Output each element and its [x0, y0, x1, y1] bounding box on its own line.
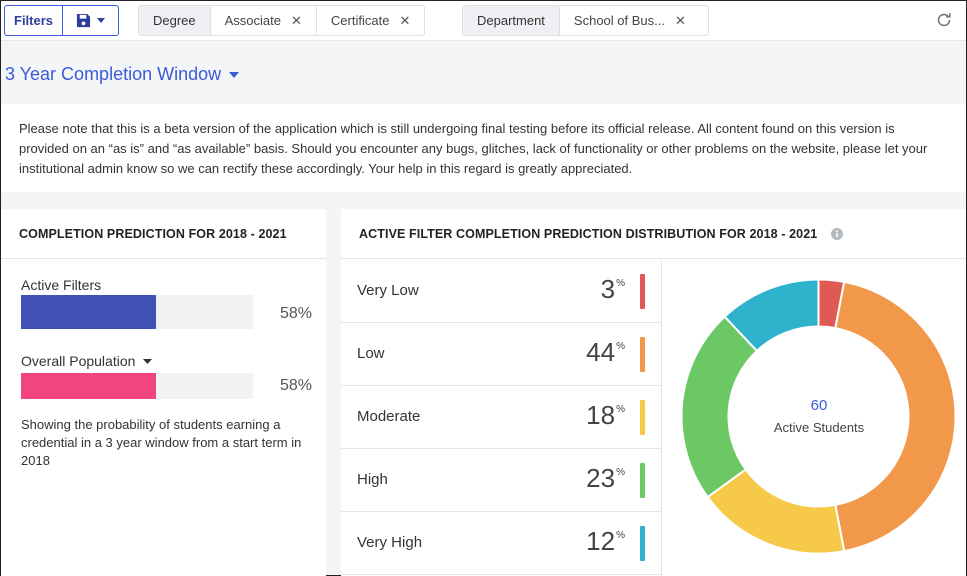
distribution-category-label: Very High	[357, 534, 423, 551]
department-filter-key[interactable]: Department	[463, 6, 559, 35]
distribution-row: High 23%	[341, 449, 661, 512]
distribution-color-marker	[640, 526, 645, 561]
panel-title-row: ACTIVE FILTER COMPLETION PREDICTION DIST…	[341, 209, 966, 259]
distribution-panel: ACTIVE FILTER COMPLETION PREDICTION DIST…	[341, 209, 966, 576]
close-icon[interactable]: ✕	[399, 13, 410, 29]
percent-unit: %	[616, 530, 625, 541]
filter-chip[interactable]: Certificate ✕	[315, 6, 424, 35]
beta-notice: Please note that this is a beta version …	[1, 104, 966, 192]
distribution-category-label: Low	[357, 345, 385, 362]
info-icon[interactable]	[831, 227, 844, 240]
distribution-row: Low 44%	[341, 323, 661, 386]
distribution-color-marker	[640, 400, 645, 435]
completion-window-dropdown[interactable]: 3 Year Completion Window	[5, 64, 240, 85]
active-filters-bar	[21, 295, 253, 329]
distribution-value-label: 3%	[600, 274, 625, 304]
filter-bar: Filters Degree Associate ✕ Certificate ✕…	[1, 1, 966, 41]
panel-title: ACTIVE FILTER COMPLETION PREDICTION DIST…	[359, 226, 818, 241]
population-bar-fill	[21, 373, 156, 399]
distribution-category-label: Moderate	[357, 408, 421, 425]
degree-filter-key[interactable]: Degree	[139, 6, 210, 35]
caret-down-icon	[143, 358, 153, 364]
caret-down-icon	[229, 71, 240, 78]
percent-unit: %	[616, 467, 625, 478]
distribution-value-label: 23%	[586, 463, 625, 493]
distribution-list: Very Low 3% Low 44% Moderate 18% High 23% Very H…	[341, 260, 661, 575]
distribution-color-marker	[640, 463, 645, 498]
filter-chip-label: Associate	[224, 13, 282, 28]
distribution-value-label: 44%	[586, 337, 625, 367]
population-label: Overall Population	[21, 353, 136, 369]
distribution-row: Moderate 18%	[341, 386, 661, 449]
distribution-category-label: High	[357, 471, 388, 488]
distribution-value-label: 18%	[586, 400, 625, 430]
divider	[661, 260, 662, 576]
active-filters-label: Active Filters	[21, 277, 102, 293]
active-filters-percent: 58%	[279, 305, 312, 322]
distribution-value-label: 12%	[586, 526, 625, 556]
distribution-color-marker	[640, 274, 645, 309]
donut-center: 60 Active Students	[749, 397, 889, 435]
degree-filter-group: Degree Associate ✕ Certificate ✕	[138, 5, 426, 36]
close-icon[interactable]: ✕	[675, 13, 686, 29]
distribution-row: Very High 12%	[341, 512, 661, 575]
percent-unit: %	[616, 278, 625, 289]
completion-window-label: 3 Year Completion Window	[5, 64, 222, 84]
filter-chip-label: School of Bus...	[573, 13, 665, 28]
active-students-count: 60	[810, 397, 828, 414]
distribution-color-marker	[640, 337, 645, 372]
population-bar	[21, 373, 253, 399]
department-filter-group: Department School of Bus... ✕	[462, 5, 709, 36]
distribution-row: Very Low 3%	[341, 260, 661, 323]
active-filters-bar-fill	[21, 295, 156, 329]
filters-control: Filters	[4, 5, 120, 36]
active-students-label: Active Students	[773, 420, 865, 435]
population-percent: 58%	[279, 377, 312, 394]
filter-chip[interactable]: Associate ✕	[209, 6, 316, 35]
filter-chip[interactable]: School of Bus... ✕	[558, 6, 708, 35]
prediction-description: Showing the probability of students earn…	[21, 417, 302, 468]
filter-chip-label: Certificate	[330, 13, 390, 28]
floppy-disk-icon	[76, 13, 91, 28]
donut-slice-high[interactable]	[681, 315, 759, 499]
filters-button[interactable]: Filters	[5, 6, 64, 35]
distribution-category-label: Very Low	[357, 282, 419, 299]
caret-down-icon	[97, 18, 106, 23]
save-menu-button[interactable]	[63, 6, 118, 35]
refresh-icon[interactable]	[934, 10, 954, 30]
percent-unit: %	[616, 341, 625, 352]
panel-title: COMPLETION PREDICTION FOR 2018 - 2021	[1, 209, 326, 259]
close-icon[interactable]: ✕	[291, 13, 302, 29]
percent-unit: %	[616, 404, 625, 415]
population-dropdown[interactable]: Overall Population	[21, 353, 153, 369]
completion-prediction-panel: COMPLETION PREDICTION FOR 2018 - 2021 Ac…	[1, 209, 326, 576]
